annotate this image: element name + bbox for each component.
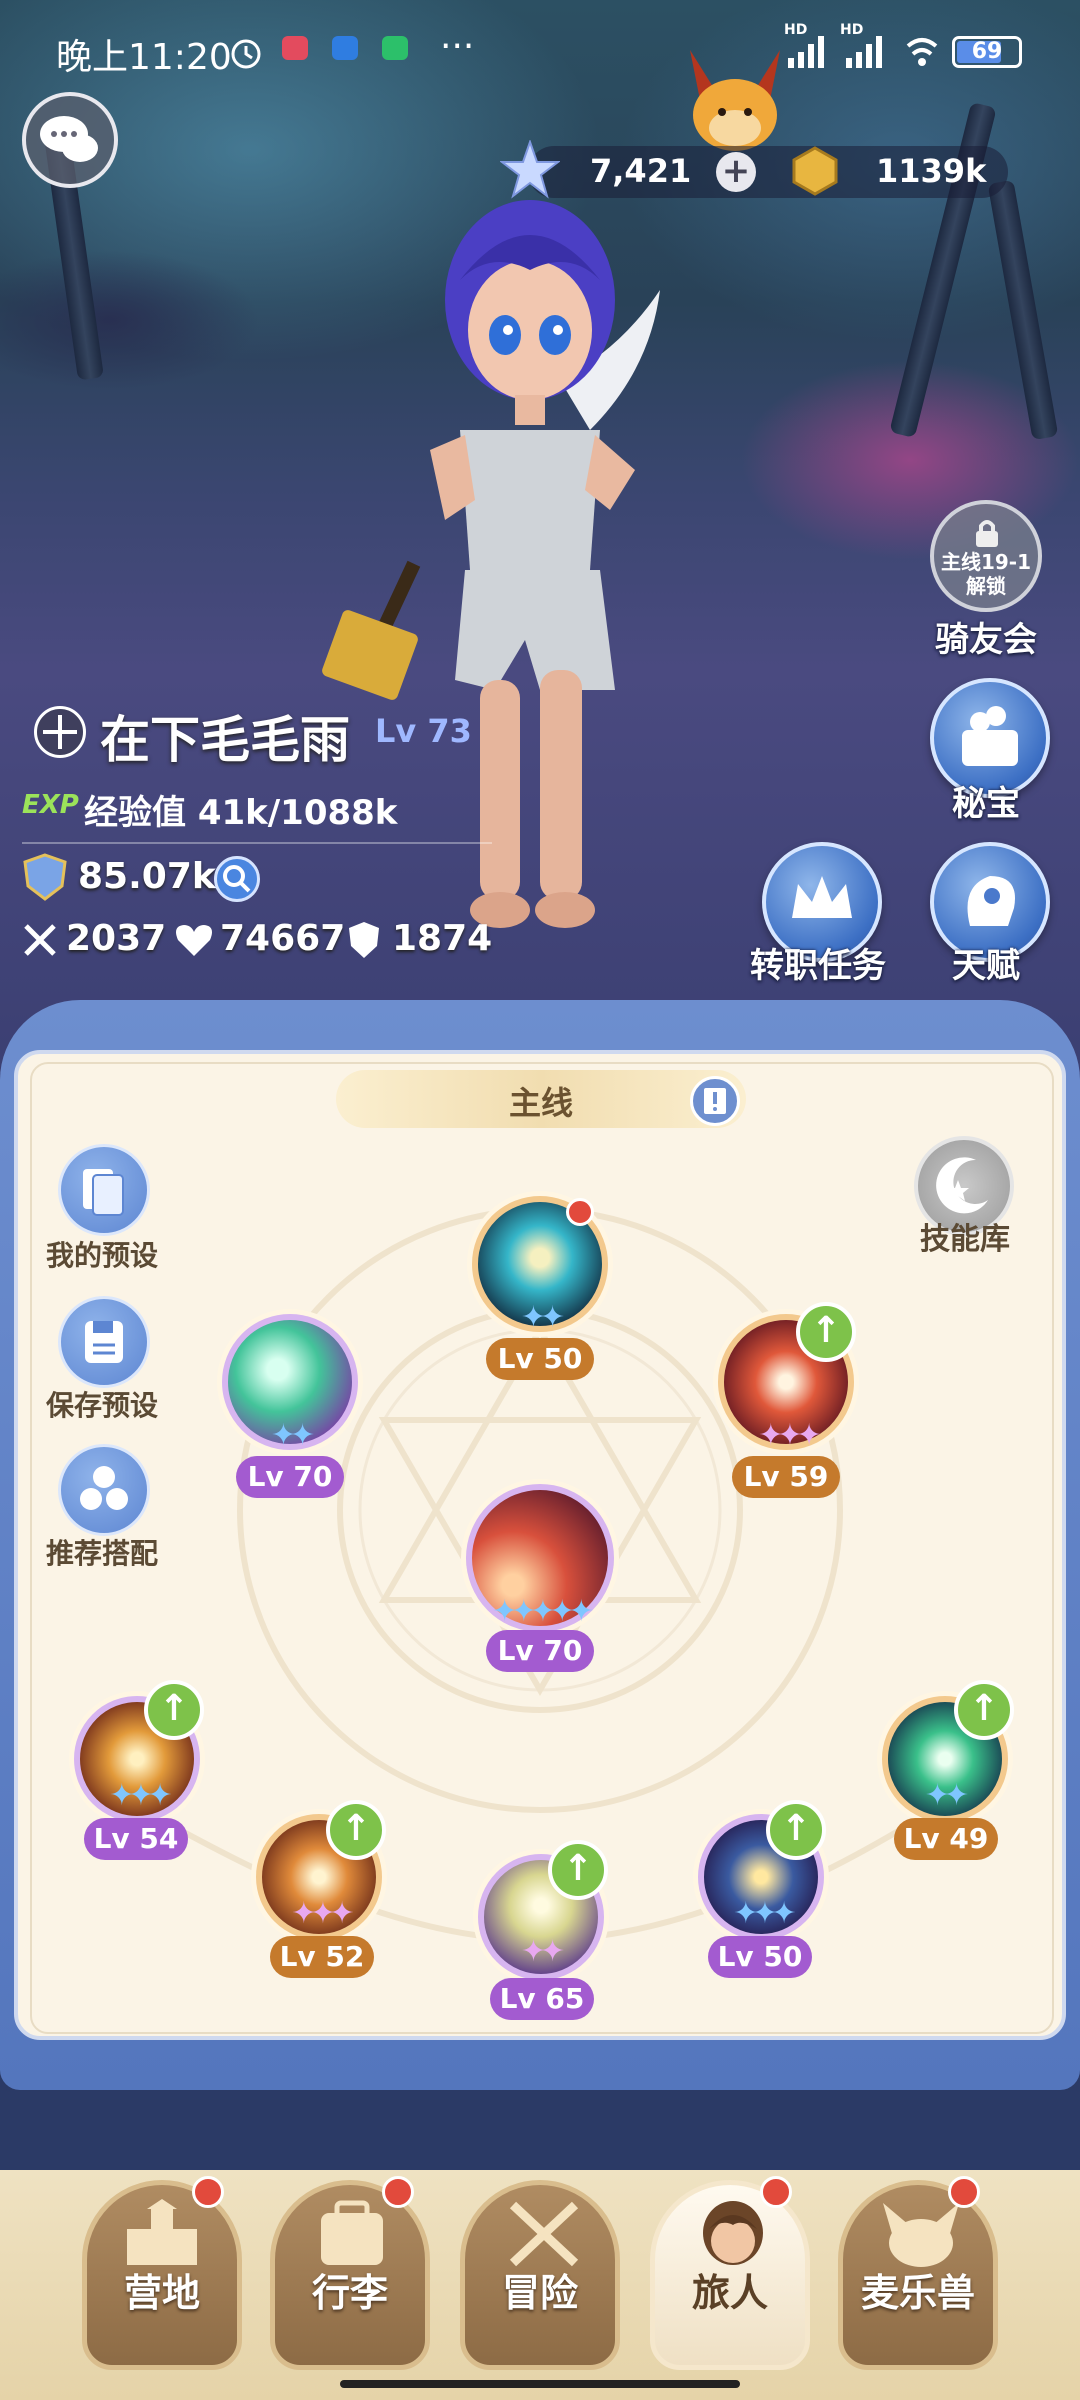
notification-dot [760,2176,792,2208]
pet-face-icon [883,2203,959,2267]
crossed-swords-icon [509,2201,579,2267]
power-detail-button[interactable] [214,856,260,902]
skill-level-badge: Lv 49 [894,1818,998,1860]
upgrade-arrow-icon: ↑ [954,1680,1014,1740]
skill-level-badge: Lv 54 [84,1818,188,1860]
skill-stars: ✦✦✦ [109,1778,172,1813]
nav-luggage-label: 行李 [311,2271,388,2315]
add-gems-button[interactable]: + [716,152,756,192]
new-skill-dot [566,1198,594,1226]
companion-pet [690,50,780,151]
hp-value: 74667 [220,918,346,959]
upgrade-arrow-icon: ↑ [144,1680,204,1740]
chat-bubble-icon [40,116,98,162]
lock-icon [976,520,998,547]
traveler-avatar-icon [703,2201,763,2265]
save-preset-button[interactable] [58,1296,150,1388]
wifi-icon [906,38,938,66]
notification-dot [948,2176,980,2208]
talent-label: 天赋 [952,946,1020,986]
combat-power: 85.07k [78,856,216,897]
combat-power-icon [23,853,67,901]
skill-library-label: 技能库 [920,1222,1010,1257]
gem-count: 7,421 [590,152,692,190]
skill-level-badge: Lv 65 [490,1978,594,2020]
divider [22,842,492,844]
battery-icon: 69 [952,36,1022,68]
magnifier-icon [223,865,251,893]
tab-main-line-label: 主线 [508,1084,573,1122]
status-time: 晚上11:20 [56,37,232,78]
my-preset-button[interactable] [58,1144,150,1236]
castle-icon [127,2199,197,2265]
chat-button[interactable] [22,92,118,188]
my-preset-label: 我的预设 [45,1239,158,1272]
gold-coin-icon [792,146,838,196]
skill-level-badge: Lv 70 [236,1456,344,1498]
skill-level-badge: Lv 70 [486,1630,594,1672]
upgrade-arrow-icon: ↑ [796,1302,856,1362]
upgrade-arrow-icon: ↑ [548,1840,608,1900]
save-disk-icon [85,1321,123,1363]
skill-stars: ✦✦ [270,1418,315,1453]
home-indicator[interactable] [340,2380,740,2388]
save-preset-label: 保存预设 [45,1389,158,1422]
attack-value: 2037 [66,918,167,959]
rider-club-lock-text: 主线19-1 解锁 [940,550,1032,598]
nav-adventure-label: 冒险 [501,2271,578,2315]
alarm-icon [231,39,261,69]
skill-stars: ✦✦ [924,1778,969,1813]
book-icon [704,1088,726,1114]
defense-value: 1874 [392,918,493,959]
skill-stars: ✦✦✦ [733,1896,796,1931]
backpack-icon [321,2200,383,2265]
gold-count: 1139k [876,152,987,190]
exp-text: 经验值 41k/1088k [84,793,398,833]
skill-stars: ✦✦✦ [758,1418,821,1453]
skill-stars: ✦✦ [520,1300,565,1335]
recommend-combo-label: 推荐搭配 [45,1537,158,1570]
shield-icon [349,922,379,958]
signal-icon [846,36,882,68]
skill-level-badge: Lv 59 [732,1456,840,1498]
exp-tag: EXP [22,790,79,820]
gem-star-icon [500,140,560,199]
rider-club-button[interactable]: 主线19-1 解锁 [930,500,1042,612]
battery-level: 69 [971,39,1003,64]
treasure-label: 秘宝 [952,784,1020,824]
book-info-button[interactable] [690,1076,740,1126]
rider-club-label: 骑友会 [935,620,1037,660]
attack-swords-icon [24,924,56,956]
skill-level-badge: Lv 50 [708,1936,812,1978]
nav-camp-label: 营地 [123,2271,200,2315]
notification-dot [382,2176,414,2208]
character-class-icon [34,706,86,758]
recommend-circles-icon [80,1466,128,1510]
app-notification-icon [282,36,308,60]
upgrade-arrow-icon: ↑ [766,1800,826,1860]
skill-stars: ✦✦✦✦✦ [492,1594,594,1629]
skill-level-badge: Lv 52 [270,1936,374,1978]
skill-level-badge: Lv 50 [486,1338,594,1380]
app-notification-icon [332,36,358,60]
skill-stars: ✦✦✦ [291,1896,354,1931]
skill-stars: ✦✦ [520,1934,565,1969]
status-more-dots: ··· [440,26,475,67]
notification-dot [192,2176,224,2208]
signal-icon [788,36,824,68]
player-character [430,200,660,928]
nav-pets-label: 麦乐兽 [860,2271,975,2315]
nav-traveler-label: 旅人 [691,2271,768,2315]
app-notification-icon [382,36,408,60]
character-level: Lv 73 [375,712,472,750]
character-name: 在下毛毛雨 [100,711,350,769]
upgrade-arrow-icon: ↑ [326,1800,386,1860]
cards-icon [83,1169,124,1216]
heart-icon [176,925,212,956]
recommend-combo-button[interactable] [58,1444,150,1536]
